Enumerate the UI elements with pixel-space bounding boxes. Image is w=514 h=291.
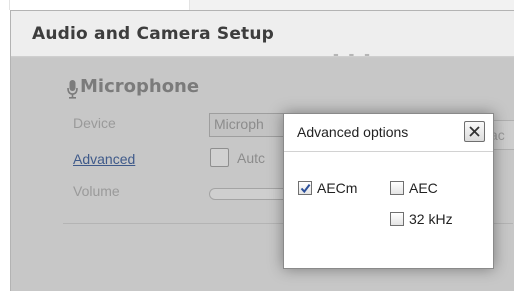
aecm-label: AECm bbox=[317, 180, 358, 196]
dialog-title: Audio and Camera Setup bbox=[32, 24, 275, 44]
dialog-header: Audio and Camera Setup bbox=[11, 11, 514, 57]
advanced-options-popup: Advanced options AECm AEC 32 kHz bbox=[283, 113, 494, 269]
aec-label: AEC bbox=[409, 180, 438, 196]
close-button[interactable] bbox=[464, 121, 485, 142]
auto-checkbox[interactable] bbox=[210, 148, 229, 167]
close-icon bbox=[469, 126, 480, 137]
popup-title: Advanced options bbox=[297, 124, 409, 140]
aec-checkbox[interactable] bbox=[390, 181, 404, 195]
microphone-heading: Microphone bbox=[80, 76, 200, 97]
aecm-checkbox[interactable] bbox=[298, 181, 312, 195]
auto-label: Autc bbox=[237, 150, 266, 166]
popup-header: Advanced options bbox=[284, 114, 493, 152]
khz32-checkbox[interactable] bbox=[390, 212, 404, 226]
device-select-value: Microph bbox=[214, 116, 264, 132]
background-segment bbox=[10, 0, 190, 10]
obscured-heading-fragment: - - - bbox=[333, 47, 370, 63]
checkmark-icon bbox=[300, 183, 311, 194]
khz32-label: 32 kHz bbox=[409, 211, 453, 227]
volume-label: Volume bbox=[73, 183, 120, 199]
background-top-strip bbox=[0, 0, 514, 10]
advanced-link[interactable]: Advanced bbox=[73, 151, 135, 167]
microphone-icon bbox=[67, 80, 78, 99]
background-segment bbox=[0, 0, 10, 10]
device-label: Device bbox=[73, 115, 116, 131]
